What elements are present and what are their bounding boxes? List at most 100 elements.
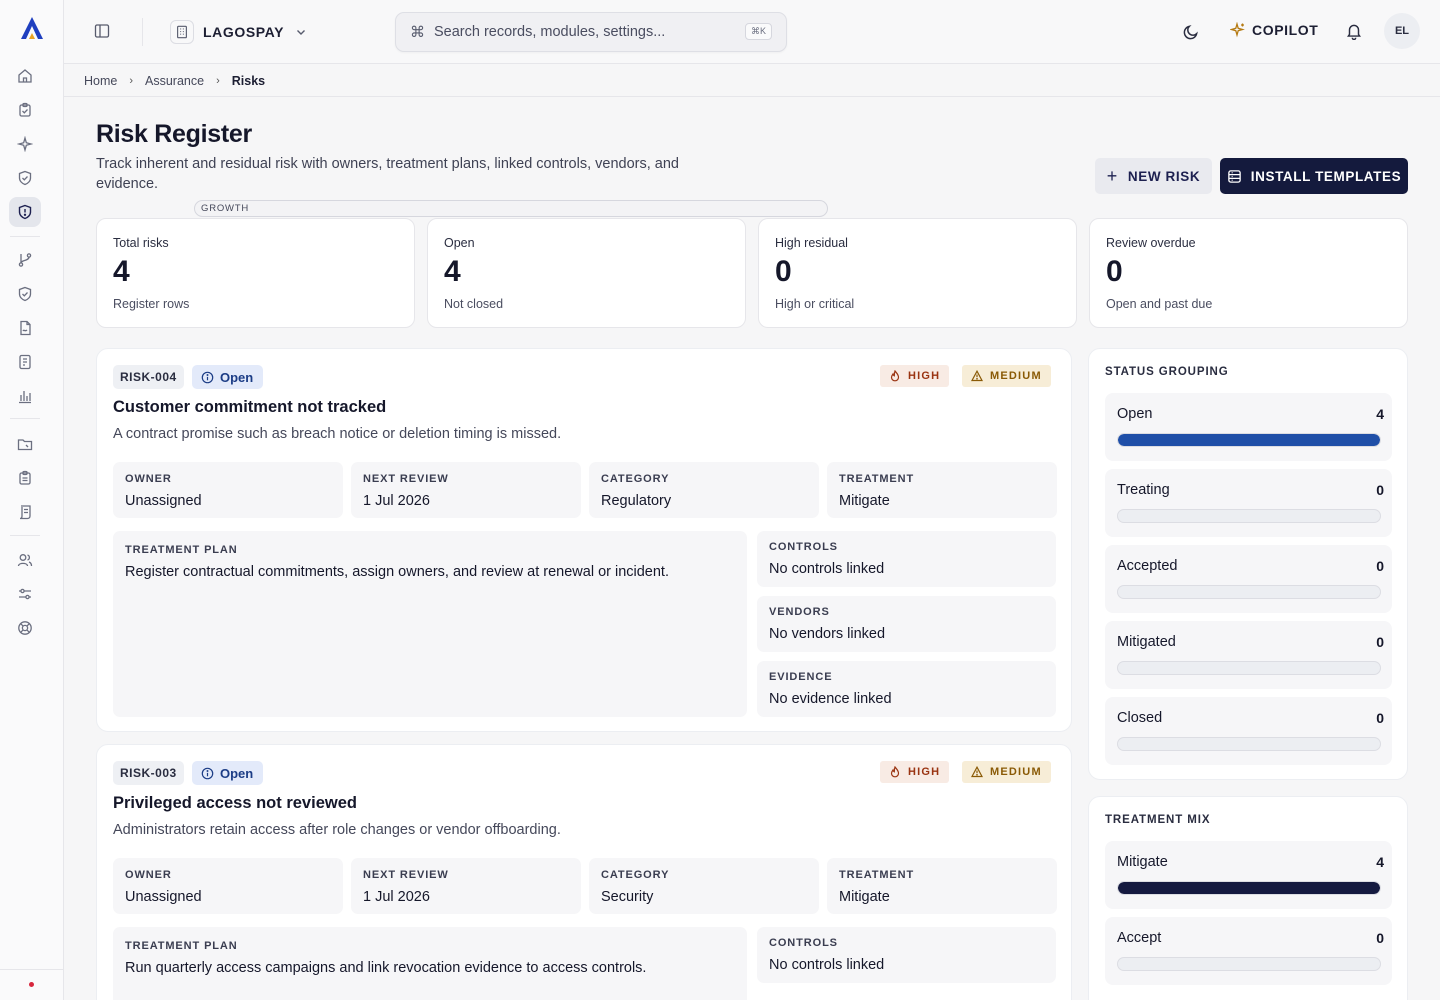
field-label: CATEGORY [601,869,670,881]
group-row-treating[interactable]: Treating 0 [1105,469,1392,537]
group-count: 4 [1376,854,1384,870]
flame-icon [890,370,900,382]
linked-controls[interactable]: CONTROLS No controls linked [757,531,1056,587]
inherent-label: HIGH [908,766,941,778]
group-progress-track [1117,433,1381,447]
top-bar: LAGOSPAY GROWTH ⌘ ⌘K COPILOT EL [64,0,1440,217]
risk-shield-icon[interactable] [9,197,41,227]
chevron-right-icon: › [129,74,134,87]
install-templates-button[interactable]: INSTALL TEMPLATES [1220,158,1408,194]
group-row-closed[interactable]: Closed 0 [1105,697,1392,765]
clipboard-list-icon[interactable] [16,469,34,487]
link-label: EVIDENCE [769,671,833,683]
shield-check-icon[interactable] [16,169,34,187]
sliders-icon[interactable] [16,585,34,603]
notebook-icon[interactable] [16,353,34,371]
header-divider [142,18,143,46]
field-label: OWNER [125,473,172,485]
link-label: CONTROLS [769,541,838,553]
new-risk-button[interactable]: + NEW RISK [1095,158,1212,194]
group-row-accept[interactable]: Accept 0 [1105,917,1392,985]
linked-controls[interactable]: CONTROLS No controls linked [757,927,1056,983]
breadcrumb-home[interactable]: Home [84,74,117,88]
field-label: NEXT REVIEW [363,473,449,485]
breadcrumb-assurance[interactable]: Assurance [145,74,204,88]
risk-title[interactable]: Customer commitment not tracked [113,398,386,417]
kpi-label: Open [444,236,475,250]
scroll-icon[interactable] [16,503,34,521]
group-progress-fill [1118,882,1380,894]
moon-icon[interactable] [1182,23,1200,41]
status-grouping-panel: STATUS GROUPING Open 4 Treating 0 Accepted 0 M… [1088,348,1408,780]
app-logo-icon[interactable] [18,14,46,42]
status-badge: Open [192,365,264,389]
group-label: Treating [1117,482,1170,498]
group-row-open[interactable]: Open 4 [1105,393,1392,461]
shield-icon[interactable] [16,285,34,303]
residual-severity-badge: MEDIUM [962,761,1051,783]
folder-icon[interactable] [16,435,34,453]
breadcrumb: Home › Assurance › Risks [84,64,1440,97]
group-row-mitigate[interactable]: Mitigate 4 [1105,841,1392,909]
page-title: Risk Register [96,120,252,148]
field-value: 1 Jul 2026 [363,889,430,905]
rail-divider [10,535,40,536]
linked-evidence[interactable]: EVIDENCE No evidence linked [757,661,1056,717]
rail-divider [10,236,40,237]
home-icon[interactable] [16,67,34,85]
kpi-label: Total risks [113,236,169,250]
group-row-mitigated[interactable]: Mitigated 0 [1105,621,1392,689]
field-value: Unassigned [125,493,202,509]
group-label: Mitigate [1117,854,1168,870]
breadcrumb-divider [64,96,1440,97]
residual-label: MEDIUM [990,370,1042,382]
clipboard-check-icon[interactable] [16,101,34,119]
copilot-button[interactable]: COPILOT [1230,22,1318,38]
file-signature-icon[interactable] [16,319,34,337]
group-progress-fill [1118,434,1380,446]
kpi-review-overdue: Review overdue 0 Open and past due [1089,218,1408,328]
owner-field: OWNER Unassigned [113,462,343,518]
user-avatar[interactable]: EL [1384,13,1420,49]
copilot-label: COPILOT [1252,22,1319,38]
chevron-down-icon[interactable] [295,26,307,38]
field-value: 1 Jul 2026 [363,493,430,509]
search-input[interactable] [434,24,734,40]
field-label: TREATMENT [839,473,915,485]
treatment-plan: TREATMENT PLAN Register contractual comm… [113,531,747,717]
sidebar-toggle-icon[interactable] [94,23,110,39]
building-icon [170,20,194,44]
bell-icon[interactable] [1345,22,1363,40]
group-row-accepted[interactable]: Accepted 0 [1105,545,1392,613]
kpi-total-risks: Total risks 4 Register rows [96,218,415,328]
risk-id-badge: RISK-003 [113,761,184,785]
kpi-sub: High or critical [775,297,855,311]
group-label: Accept [1117,930,1162,946]
treatment-field: TREATMENT Mitigate [827,462,1057,518]
linked-vendors[interactable]: VENDORS No vendors linked [757,596,1056,652]
sparkles-icon[interactable] [16,135,34,153]
field-label: NEXT REVIEW [363,869,449,881]
users-icon[interactable] [16,551,34,569]
kpi-sub: Not closed [444,297,504,311]
risk-card[interactable]: RISK-003 Open HIGH MEDIUM Privileged acc… [96,744,1072,1000]
group-count: 0 [1376,930,1384,946]
treatment-field: TREATMENT Mitigate [827,858,1057,914]
status-label: Open [220,369,254,385]
risk-title[interactable]: Privileged access not reviewed [113,794,357,813]
global-search[interactable]: ⌘ ⌘K [395,12,787,52]
field-label: OWNER [125,869,172,881]
git-branch-icon[interactable] [16,251,34,269]
next-review-field: NEXT REVIEW 1 Jul 2026 [351,462,581,518]
life-buoy-icon[interactable] [16,619,34,637]
rail-divider [10,418,40,419]
group-count: 0 [1376,710,1384,726]
bar-chart-icon[interactable] [16,387,34,405]
panel-heading: STATUS GROUPING [1105,366,1229,378]
link-value: No evidence linked [769,691,892,707]
risk-card[interactable]: RISK-004 Open HIGH MEDIUM Customer commi… [96,348,1072,732]
plan-text: Run quarterly access campaigns and link … [125,960,647,976]
info-circle-icon [201,767,214,779]
org-switcher[interactable]: LAGOSPAY GROWTH [170,18,828,217]
chevron-right-icon: › [216,74,220,87]
